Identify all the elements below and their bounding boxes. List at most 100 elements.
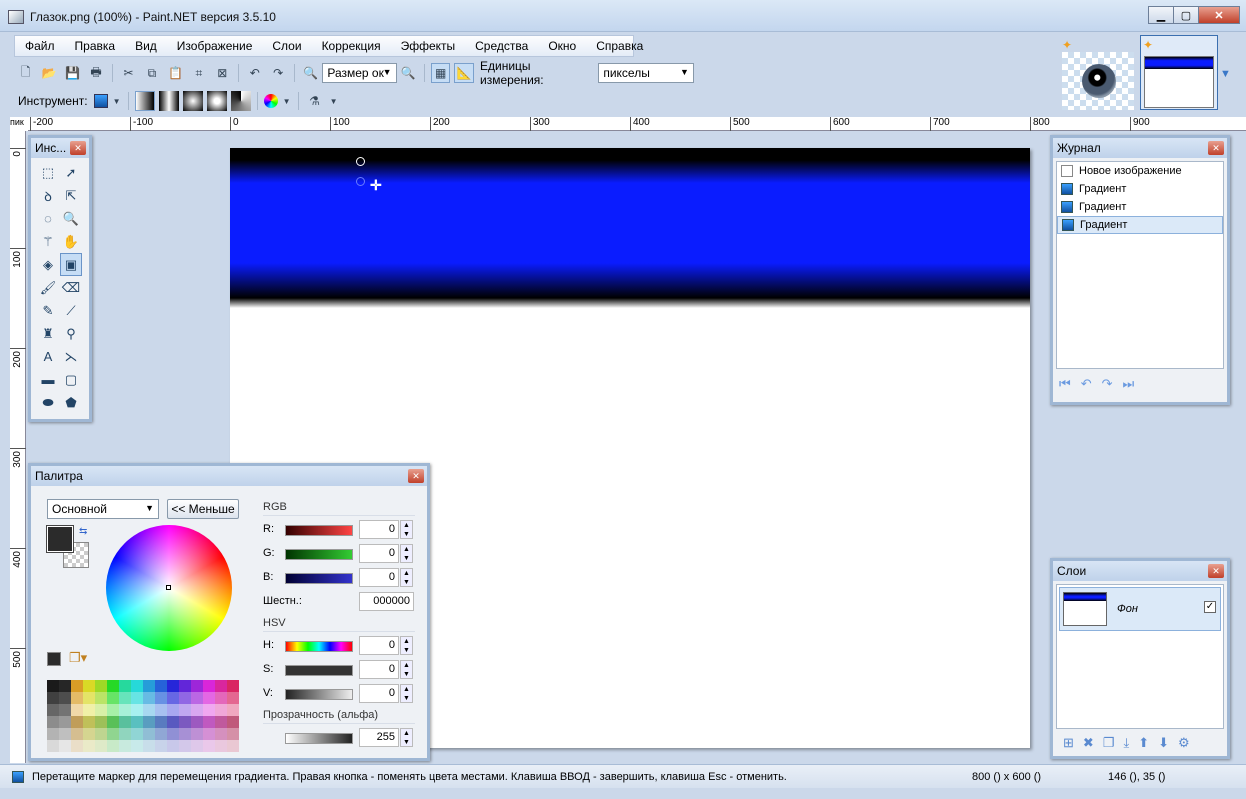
ellipse-select-icon[interactable]: ◌: [37, 207, 59, 230]
palette-swatch[interactable]: [47, 680, 59, 692]
palette-swatch[interactable]: [179, 740, 191, 752]
pencil-icon[interactable]: ✎: [37, 299, 59, 322]
palette-swatch[interactable]: [59, 728, 71, 740]
palette-swatch[interactable]: [191, 704, 203, 716]
palette-swatch[interactable]: [179, 728, 191, 740]
palette-swatch[interactable]: [155, 728, 167, 740]
palette-swatch[interactable]: [167, 692, 179, 704]
text-icon[interactable]: A: [37, 345, 59, 368]
chevron-down-icon[interactable]: ▼: [112, 91, 122, 111]
palette-swatch[interactable]: [119, 680, 131, 692]
palette-swatches[interactable]: [47, 680, 239, 752]
close-button[interactable]: ✕: [1198, 6, 1240, 24]
palette-swatch[interactable]: [155, 740, 167, 752]
palette-swatch[interactable]: [155, 692, 167, 704]
zoom-out-icon[interactable]: 🔍: [301, 63, 320, 83]
maximize-button[interactable]: ▢: [1173, 6, 1199, 24]
redo-icon[interactable]: ↷: [268, 63, 287, 83]
palette-swatch[interactable]: [59, 704, 71, 716]
palette-swatch[interactable]: [107, 740, 119, 752]
new-icon[interactable]: 🗋: [16, 63, 35, 83]
h-input[interactable]: 0: [359, 636, 399, 655]
palette-swatch[interactable]: [119, 728, 131, 740]
palette-swatch[interactable]: [95, 740, 107, 752]
zoom-select[interactable]: Размер ок ▼: [322, 63, 397, 83]
fast-forward-icon[interactable]: ⏭: [1123, 376, 1135, 392]
thumbnail-dropdown-icon[interactable]: ▼: [1220, 68, 1231, 80]
palette-menu-icon[interactable]: ❐▾: [69, 650, 87, 666]
palette-swatch[interactable]: [215, 692, 227, 704]
eraser-icon[interactable]: ⌫: [60, 276, 82, 299]
b-slider[interactable]: [285, 573, 353, 584]
layer-visibility-checkbox[interactable]: ✓: [1204, 601, 1216, 613]
hex-input[interactable]: 000000: [359, 592, 414, 611]
palette-swatch[interactable]: [131, 716, 143, 728]
image-thumbnail-current[interactable]: ✦: [1140, 35, 1218, 110]
gradient-tool-icon[interactable]: [93, 94, 108, 108]
clone-stamp-icon[interactable]: ♜: [37, 322, 59, 345]
palette-swatch[interactable]: [155, 704, 167, 716]
menu-help[interactable]: Справка: [586, 39, 653, 53]
line-curve-icon[interactable]: ⋋: [60, 345, 82, 368]
close-icon[interactable]: ✕: [1208, 141, 1224, 155]
palette-swatch[interactable]: [107, 692, 119, 704]
close-icon[interactable]: ✕: [70, 141, 86, 155]
palette-swatch[interactable]: [191, 716, 203, 728]
move-selection-icon[interactable]: ⇱: [60, 184, 82, 207]
menu-adjustments[interactable]: Коррекция: [312, 39, 391, 53]
palette-swatch[interactable]: [179, 692, 191, 704]
palette-swatch[interactable]: [131, 740, 143, 752]
palette-swatch[interactable]: [203, 728, 215, 740]
radial-gradient-icon[interactable]: [206, 91, 227, 111]
palette-swatch[interactable]: [71, 740, 83, 752]
palette-swatch[interactable]: [47, 692, 59, 704]
history-item[interactable]: Градиент: [1057, 198, 1223, 216]
menu-window[interactable]: Окно: [538, 39, 586, 53]
palette-swatch[interactable]: [83, 692, 95, 704]
palette-swatch[interactable]: [131, 728, 143, 740]
less-button[interactable]: << Меньше: [167, 499, 239, 519]
palette-swatch[interactable]: [107, 704, 119, 716]
palette-swatch[interactable]: [83, 740, 95, 752]
palette-swatch[interactable]: [155, 716, 167, 728]
palette-swatch[interactable]: [179, 716, 191, 728]
paint-bucket-icon[interactable]: ◈: [37, 253, 59, 276]
v-slider[interactable]: [285, 689, 353, 700]
r-spinner[interactable]: ▲ ▼: [400, 520, 413, 539]
palette-swatch[interactable]: [107, 680, 119, 692]
move-up-icon[interactable]: ⬆: [1138, 735, 1149, 751]
h-spinner[interactable]: ▲ ▼: [400, 636, 413, 655]
alpha-spinner[interactable]: ▲ ▼: [400, 728, 413, 747]
menu-file[interactable]: Файл: [15, 39, 65, 53]
close-icon[interactable]: ✕: [408, 469, 424, 483]
grid-icon[interactable]: ▦: [430, 63, 451, 83]
palette-swatch[interactable]: [167, 728, 179, 740]
palette-swatch[interactable]: [47, 704, 59, 716]
palette-swatch[interactable]: [59, 716, 71, 728]
palette-swatch[interactable]: [131, 704, 143, 716]
move-selected-pixels-icon[interactable]: ➚: [60, 161, 82, 184]
color-wheel[interactable]: [106, 525, 232, 651]
flask-icon[interactable]: ⚗: [305, 91, 325, 111]
r-input[interactable]: 0: [359, 520, 399, 539]
copy-icon[interactable]: ⧉: [142, 63, 161, 83]
undo-icon[interactable]: ↶: [245, 63, 264, 83]
color-wheel-marker[interactable]: [166, 585, 171, 590]
g-slider[interactable]: [285, 549, 353, 560]
g-spinner[interactable]: ▲ ▼: [400, 544, 413, 563]
freeform-shape-icon[interactable]: ⬟: [60, 391, 82, 414]
palette-swatch[interactable]: [71, 704, 83, 716]
palette-swatch[interactable]: [191, 692, 203, 704]
color-mode-icon[interactable]: [263, 94, 278, 108]
primary-color-swatch[interactable]: [46, 525, 74, 553]
palette-swatch[interactable]: [143, 728, 155, 740]
menu-utilities[interactable]: Средства: [465, 39, 538, 53]
palette-swatch[interactable]: [131, 692, 143, 704]
palette-swatch[interactable]: [227, 728, 239, 740]
b-input[interactable]: 0: [359, 568, 399, 587]
palette-swatch[interactable]: [179, 680, 191, 692]
print-icon[interactable]: 🖶: [86, 63, 105, 83]
add-color-icon[interactable]: [47, 652, 61, 666]
units-select[interactable]: пикселы ▼: [598, 63, 694, 83]
h-slider[interactable]: [285, 641, 353, 652]
